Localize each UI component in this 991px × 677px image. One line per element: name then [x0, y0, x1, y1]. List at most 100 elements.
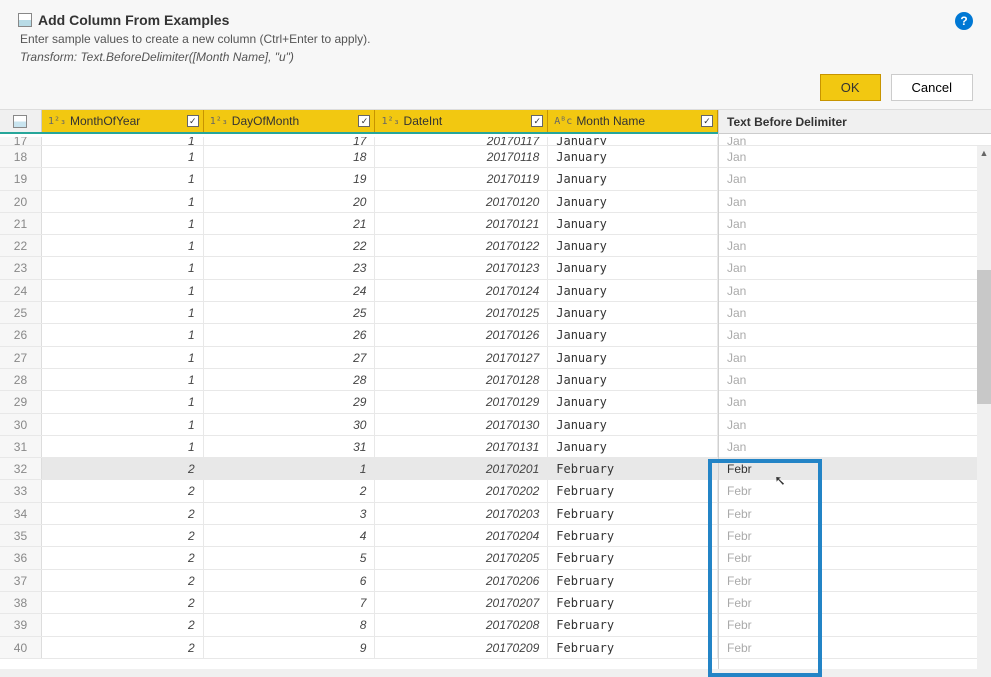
example-cell[interactable]: Jan: [719, 324, 754, 345]
cell-monthname: January: [548, 391, 718, 412]
table-row[interactable]: 402920170209February: [0, 637, 718, 659]
new-column-cell-row[interactable]: Jan: [719, 134, 991, 146]
table-row[interactable]: 372620170206February: [0, 570, 718, 592]
new-column-cell-row[interactable]: Febr: [719, 592, 991, 614]
example-cell[interactable]: Jan: [719, 369, 754, 390]
table-row[interactable]: 1711720170117January: [0, 134, 718, 146]
new-column-cell-row[interactable]: Febr: [719, 525, 991, 547]
table-row[interactable]: 2512520170125January: [0, 302, 718, 324]
cancel-button[interactable]: Cancel: [891, 74, 973, 101]
new-column-cell-row[interactable]: Febr: [719, 637, 991, 659]
example-cell[interactable]: Febr: [719, 525, 760, 546]
example-cell[interactable]: Jan: [719, 235, 754, 256]
table-row[interactable]: 3013020170130January: [0, 414, 718, 436]
example-cell[interactable]: Jan: [719, 347, 754, 368]
table-row[interactable]: 2112120170121January: [0, 213, 718, 235]
column-header-monthname[interactable]: Aᴮc Month Name ✓: [548, 110, 718, 132]
ok-button[interactable]: OK: [820, 74, 881, 101]
cell-dateint: 20170128: [375, 369, 548, 390]
table-row[interactable]: 392820170208February: [0, 614, 718, 636]
example-cell[interactable]: Jan: [719, 302, 754, 323]
cell-dateint: 20170204: [375, 525, 548, 546]
checkbox-icon[interactable]: ✓: [531, 115, 543, 127]
example-cell[interactable]: Jan: [719, 146, 754, 167]
example-cell[interactable]: Jan: [719, 391, 754, 412]
column-header-dateint[interactable]: 1²₃ DateInt ✓: [375, 110, 548, 132]
new-column-cell-row[interactable]: Febr: [719, 570, 991, 592]
table-row[interactable]: 332220170202February: [0, 480, 718, 502]
checkbox-icon[interactable]: ✓: [701, 115, 713, 127]
table-row[interactable]: 1911920170119January: [0, 168, 718, 190]
table-row[interactable]: 2812820170128January: [0, 369, 718, 391]
new-column-cell-row[interactable]: Jan: [719, 302, 991, 324]
table-row[interactable]: 322120170201February: [0, 458, 718, 480]
example-cell[interactable]: Febr: [719, 547, 760, 568]
new-column-cell-row[interactable]: Febr: [719, 547, 991, 569]
table-row[interactable]: 382720170207February: [0, 592, 718, 614]
example-cell[interactable]: Febr: [719, 637, 760, 658]
cell-dateint: 20170125: [375, 302, 548, 323]
cell-monthofyear: 1: [42, 436, 204, 457]
new-column-cell-row[interactable]: Jan: [719, 191, 991, 213]
row-number: 18: [0, 146, 42, 167]
row-number: 29: [0, 391, 42, 412]
scroll-thumb[interactable]: [977, 270, 991, 404]
example-cell[interactable]: Jan: [719, 213, 754, 234]
table-row[interactable]: 362520170205February: [0, 547, 718, 569]
example-cell[interactable]: Febr: [719, 503, 760, 524]
example-cell[interactable]: Jan: [719, 280, 754, 301]
table-row[interactable]: 352420170204February: [0, 525, 718, 547]
table-row[interactable]: 2612620170126January: [0, 324, 718, 346]
column-header-dayofmonth[interactable]: 1²₃ DayOfMonth ✓: [204, 110, 376, 132]
checkbox-icon[interactable]: ✓: [187, 115, 199, 127]
new-column-cell-row[interactable]: Jan: [719, 324, 991, 346]
new-column-cell-row[interactable]: Jan: [719, 391, 991, 413]
cell-dayofmonth: 5: [204, 547, 376, 568]
table-row[interactable]: 2712720170127January: [0, 347, 718, 369]
example-cell[interactable]: Jan: [719, 168, 754, 189]
new-column-cell-row[interactable]: Febr: [719, 480, 991, 502]
example-cell[interactable]: Jan: [719, 436, 754, 457]
new-column-cell-row[interactable]: Febr: [719, 614, 991, 636]
cell-dateint: 20170209: [375, 637, 548, 658]
new-column-cell-row[interactable]: Jan: [719, 146, 991, 168]
column-header-monthofyear[interactable]: 1²₃ MonthOfYear ✓: [42, 110, 204, 132]
example-cell[interactable]: Febr: [719, 458, 760, 479]
new-column-cell-row[interactable]: Jan: [719, 257, 991, 279]
row-number-header[interactable]: [0, 110, 42, 132]
example-cell[interactable]: Jan: [719, 257, 754, 278]
new-column-cell-row[interactable]: Febr: [719, 458, 991, 480]
new-column-cell-row[interactable]: Jan: [719, 369, 991, 391]
example-cell[interactable]: Jan: [719, 414, 754, 435]
new-column-cell-row[interactable]: Febr: [719, 503, 991, 525]
table-row[interactable]: 2012020170120January: [0, 191, 718, 213]
scroll-up-icon[interactable]: ▲: [977, 146, 991, 160]
new-column-cell-row[interactable]: Jan: [719, 436, 991, 458]
checkbox-icon[interactable]: ✓: [358, 115, 370, 127]
new-column-cell-row[interactable]: Jan: [719, 414, 991, 436]
new-column-header[interactable]: Text Before Delimiter: [719, 110, 991, 134]
table-row[interactable]: 1811820170118January: [0, 146, 718, 168]
new-column-cell-row[interactable]: Jan: [719, 168, 991, 190]
example-cell[interactable]: Febr: [719, 614, 760, 635]
example-cell[interactable]: Jan: [719, 137, 754, 145]
new-column-cell-row[interactable]: Jan: [719, 213, 991, 235]
cell-monthofyear: 2: [42, 547, 204, 568]
help-icon[interactable]: ?: [955, 12, 973, 30]
example-cell[interactable]: Febr: [719, 480, 760, 501]
example-cell[interactable]: Febr: [719, 570, 760, 591]
new-column-cell-row[interactable]: Jan: [719, 347, 991, 369]
example-cell[interactable]: Febr: [719, 592, 760, 613]
table-row[interactable]: 2212220170122January: [0, 235, 718, 257]
new-column-cell-row[interactable]: Jan: [719, 280, 991, 302]
table-row[interactable]: 3113120170131January: [0, 436, 718, 458]
type-badge: 1²₃: [381, 116, 399, 127]
example-cell[interactable]: Jan: [719, 191, 754, 212]
scrollbar-vertical[interactable]: ▲: [977, 146, 991, 676]
table-row[interactable]: 2912920170129January: [0, 391, 718, 413]
table-row[interactable]: 2312320170123January: [0, 257, 718, 279]
table-row[interactable]: 2412420170124January: [0, 280, 718, 302]
cell-monthname: February: [548, 592, 718, 613]
new-column-cell-row[interactable]: Jan: [719, 235, 991, 257]
table-row[interactable]: 342320170203February: [0, 503, 718, 525]
